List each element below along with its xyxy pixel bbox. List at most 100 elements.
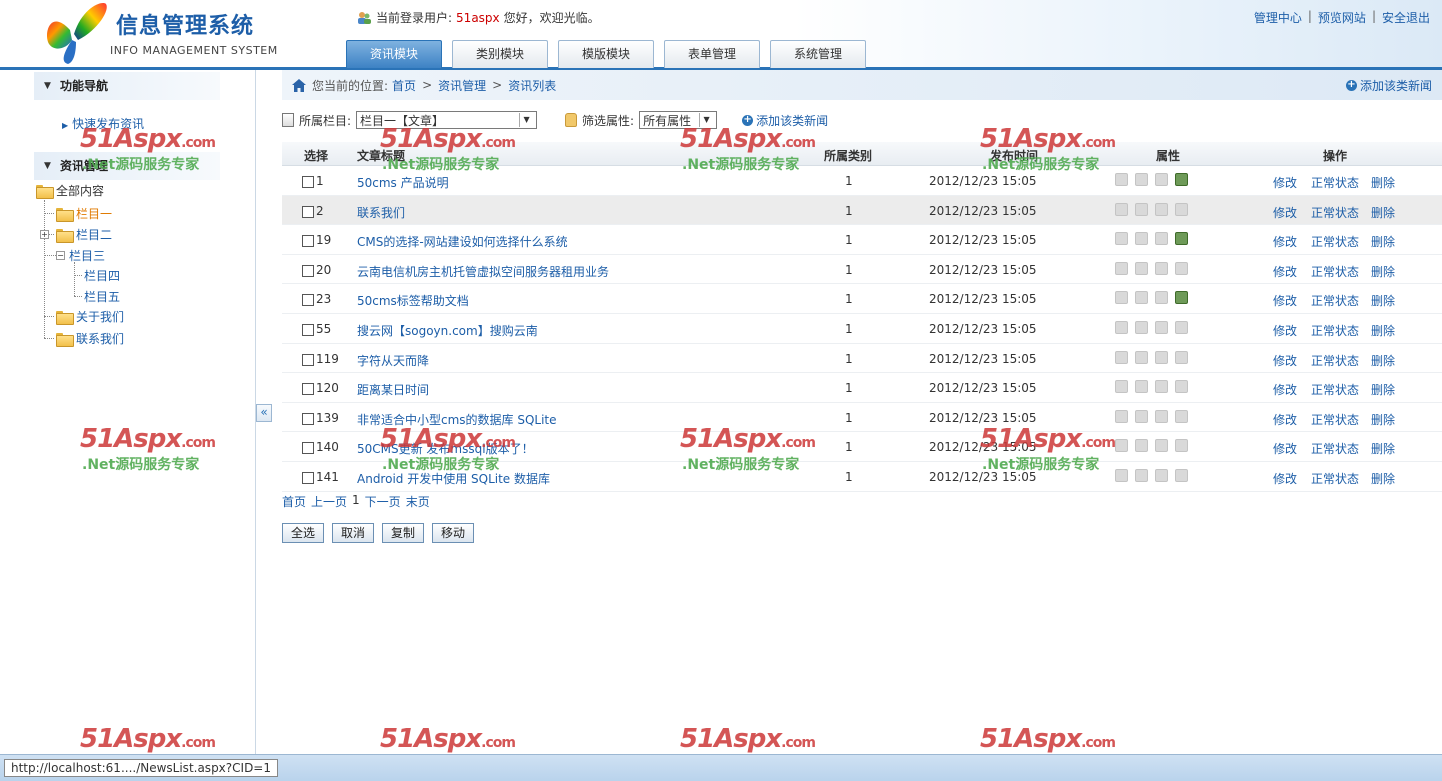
status-link[interactable]: 正常状态 — [1311, 440, 1359, 457]
tree-item-category-4[interactable]: 栏目四 — [84, 267, 120, 284]
edit-link[interactable]: 修改 — [1273, 233, 1297, 250]
top-icon[interactable] — [1115, 320, 1128, 334]
breadcrumb-news-management-link[interactable]: 资讯管理 — [438, 77, 486, 94]
top-icon[interactable] — [1115, 232, 1128, 246]
hot-icon[interactable] — [1155, 291, 1168, 305]
row-checkbox[interactable] — [302, 383, 314, 396]
status-link[interactable]: 正常状态 — [1311, 233, 1359, 250]
top-icon[interactable] — [1115, 380, 1128, 394]
tab-form-management[interactable]: 表单管理 — [664, 40, 760, 68]
article-title-link[interactable]: CMS的选择-网站建设如何选择什么系统 — [357, 233, 568, 250]
edit-link[interactable]: 修改 — [1273, 381, 1297, 398]
hot-icon[interactable] — [1155, 173, 1168, 186]
row-checkbox[interactable] — [302, 353, 314, 366]
edit-link[interactable]: 修改 — [1273, 292, 1297, 309]
delete-link[interactable]: 删除 — [1371, 322, 1395, 339]
hot-icon[interactable] — [1155, 232, 1168, 246]
article-title-link[interactable]: 联系我们 — [357, 204, 405, 221]
tree-expand-plus-icon[interactable]: + — [40, 230, 49, 239]
add-news-top-link[interactable]: + 添加该类新闻 — [1345, 77, 1432, 94]
recommend-icon[interactable] — [1135, 468, 1148, 482]
recommend-icon[interactable] — [1135, 439, 1148, 453]
select-all-button[interactable]: 全选 — [282, 523, 324, 543]
edit-link[interactable]: 修改 — [1273, 411, 1297, 428]
image-icon[interactable] — [1175, 409, 1188, 423]
recommend-icon[interactable] — [1135, 261, 1148, 275]
status-link[interactable]: 正常状态 — [1311, 292, 1359, 309]
image-icon[interactable] — [1175, 232, 1188, 246]
recommend-icon[interactable] — [1135, 291, 1148, 305]
news-section-header[interactable]: ▼ 资讯管理 — [34, 152, 220, 180]
cancel-button[interactable]: 取消 — [332, 523, 374, 543]
status-link[interactable]: 正常状态 — [1311, 204, 1359, 221]
hot-icon[interactable] — [1155, 409, 1168, 423]
top-icon[interactable] — [1115, 350, 1128, 364]
hot-icon[interactable] — [1155, 261, 1168, 275]
admin-center-link[interactable]: 管理中心 — [1254, 9, 1302, 26]
delete-link[interactable]: 删除 — [1371, 411, 1395, 428]
edit-link[interactable]: 修改 — [1273, 263, 1297, 280]
top-icon[interactable] — [1115, 291, 1128, 305]
recommend-icon[interactable] — [1135, 409, 1148, 423]
article-title-link[interactable]: 非常适合中小型cms的数据库 SQLite — [357, 411, 557, 428]
edit-link[interactable]: 修改 — [1273, 204, 1297, 221]
tree-item-category-5[interactable]: 栏目五 — [84, 288, 120, 305]
recommend-icon[interactable] — [1135, 173, 1148, 186]
row-checkbox[interactable] — [302, 235, 314, 248]
add-news-filter-link[interactable]: + 添加该类新闻 — [742, 112, 828, 129]
tree-collapse-minus-icon[interactable]: − — [56, 251, 65, 260]
status-link[interactable]: 正常状态 — [1311, 352, 1359, 369]
recommend-icon[interactable] — [1135, 202, 1148, 216]
tab-news-module[interactable]: 资讯模块 — [346, 40, 442, 68]
top-icon[interactable] — [1115, 468, 1128, 482]
image-icon[interactable] — [1175, 468, 1188, 482]
hot-icon[interactable] — [1155, 380, 1168, 394]
delete-link[interactable]: 删除 — [1371, 440, 1395, 457]
row-checkbox[interactable] — [302, 205, 314, 218]
edit-link[interactable]: 修改 — [1273, 470, 1297, 487]
article-title-link[interactable]: 字符从天而降 — [357, 352, 429, 369]
pager-next[interactable]: 下一页 — [365, 493, 401, 510]
image-icon[interactable] — [1175, 439, 1188, 453]
row-checkbox[interactable] — [302, 442, 314, 455]
delete-link[interactable]: 删除 — [1371, 204, 1395, 221]
tab-category-module[interactable]: 类别模块 — [452, 40, 548, 68]
status-link[interactable]: 正常状态 — [1311, 470, 1359, 487]
tree-item-about-us[interactable]: 关于我们 — [56, 308, 124, 325]
tab-template-module[interactable]: 模版模块 — [558, 40, 654, 68]
status-link[interactable]: 正常状态 — [1311, 263, 1359, 280]
delete-link[interactable]: 删除 — [1371, 381, 1395, 398]
edit-link[interactable]: 修改 — [1273, 322, 1297, 339]
recommend-icon[interactable] — [1135, 320, 1148, 334]
delete-link[interactable]: 删除 — [1371, 233, 1395, 250]
hot-icon[interactable] — [1155, 439, 1168, 453]
tree-item-category-3[interactable]: 栏目三 — [69, 247, 105, 264]
article-title-link[interactable]: 50cms 产品说明 — [357, 174, 449, 191]
tab-system-management[interactable]: 系统管理 — [770, 40, 866, 68]
article-title-link[interactable]: 搜云网【sogoyn.com】搜购云南 — [357, 322, 538, 339]
preview-site-link[interactable]: 预览网站 — [1318, 9, 1366, 26]
delete-link[interactable]: 删除 — [1371, 174, 1395, 191]
recommend-icon[interactable] — [1135, 350, 1148, 364]
status-link[interactable]: 正常状态 — [1311, 322, 1359, 339]
breadcrumb-home-link[interactable]: 首页 — [392, 77, 416, 94]
top-icon[interactable] — [1115, 173, 1128, 186]
hot-icon[interactable] — [1155, 320, 1168, 334]
hot-icon[interactable] — [1155, 202, 1168, 216]
row-checkbox[interactable] — [302, 176, 314, 188]
top-icon[interactable] — [1115, 409, 1128, 423]
recommend-icon[interactable] — [1135, 232, 1148, 246]
row-checkbox[interactable] — [302, 412, 314, 425]
article-title-link[interactable]: 50cms标签帮助文档 — [357, 292, 469, 309]
nav-section-header[interactable]: ▼ 功能导航 — [34, 72, 220, 100]
row-checkbox[interactable] — [302, 323, 314, 336]
recommend-icon[interactable] — [1135, 380, 1148, 394]
tree-item-contact-us[interactable]: 联系我们 — [56, 330, 124, 347]
delete-link[interactable]: 删除 — [1371, 470, 1395, 487]
move-button[interactable]: 移动 — [432, 523, 474, 543]
article-title-link[interactable]: 距离某日时间 — [357, 381, 429, 398]
pager-last[interactable]: 末页 — [406, 493, 430, 510]
image-icon[interactable] — [1175, 202, 1188, 216]
image-icon[interactable] — [1175, 350, 1188, 364]
tree-item-category-2[interactable]: 栏目二 — [56, 226, 112, 243]
